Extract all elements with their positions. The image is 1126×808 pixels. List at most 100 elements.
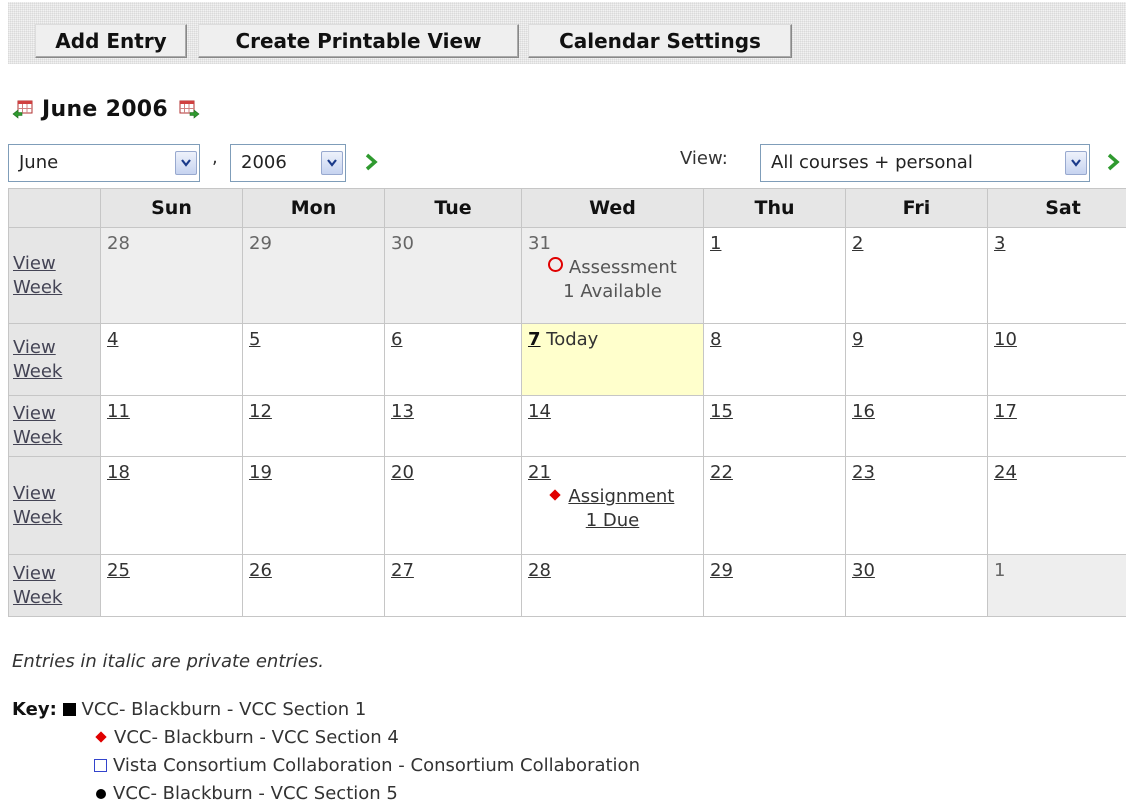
- day-link[interactable]: 19: [249, 462, 272, 483]
- key-entry: VCC- Blackburn - VCC Section 4: [114, 727, 399, 748]
- column-header: Thu: [704, 189, 846, 228]
- day-link[interactable]: 30: [852, 560, 875, 581]
- day-link[interactable]: 10: [994, 329, 1017, 350]
- previous-month-icon[interactable]: [12, 99, 34, 119]
- assessment-status: 1 Available: [563, 281, 662, 302]
- day-number: 28: [107, 233, 130, 254]
- view-label: View:: [680, 148, 728, 169]
- day-link[interactable]: 2: [852, 233, 863, 254]
- view-week-link[interactable]: ViewWeek: [13, 403, 62, 448]
- view-week-link[interactable]: ViewWeek: [13, 483, 62, 528]
- day-link[interactable]: 27: [391, 560, 414, 581]
- view-select[interactable]: All courses + personal: [760, 144, 1090, 182]
- day-link[interactable]: 16: [852, 401, 875, 422]
- view-week-link[interactable]: ViewWeek: [13, 337, 62, 382]
- day-cell: 29: [704, 555, 846, 617]
- day-cell: 3: [988, 228, 1126, 324]
- day-link[interactable]: 14: [528, 401, 551, 422]
- header-corner: [9, 189, 101, 228]
- day-cell: 20: [385, 457, 522, 555]
- day-cell: 11: [101, 396, 243, 457]
- day-link[interactable]: 29: [710, 560, 733, 581]
- day-cell: 15: [704, 396, 846, 457]
- day-cell: 2: [846, 228, 988, 324]
- view-week-cell: ViewWeek: [9, 228, 101, 324]
- month-select[interactable]: June: [8, 144, 200, 182]
- day-cell: 30: [385, 228, 522, 324]
- key-row: VCC- Blackburn - VCC Section 5: [12, 780, 640, 808]
- day-cell: 18: [101, 457, 243, 555]
- day-cell: 29: [243, 228, 385, 324]
- assessment-circle-icon: [548, 257, 563, 272]
- assessment-event: Assessment 1 Available: [528, 256, 697, 304]
- year-select[interactable]: 2006: [230, 144, 346, 182]
- day-link[interactable]: 23: [852, 462, 875, 483]
- calendar-key: Key: VCC- Blackburn - VCC Section 1 VCC-…: [12, 696, 640, 808]
- day-link[interactable]: 6: [391, 329, 402, 350]
- key-entry: VCC- Blackburn - VCC Section 1: [82, 699, 367, 720]
- day-link[interactable]: 5: [249, 329, 260, 350]
- column-header: Fri: [846, 189, 988, 228]
- day-cell: 30: [846, 555, 988, 617]
- today-cell: 7 Today: [522, 324, 704, 396]
- chevron-down-icon[interactable]: [1065, 151, 1087, 175]
- day-link[interactable]: 15: [710, 401, 733, 422]
- day-link[interactable]: 13: [391, 401, 414, 422]
- day-link[interactable]: 12: [249, 401, 272, 422]
- day-cell: 5: [243, 324, 385, 396]
- calendar-settings-button[interactable]: Calendar Settings: [528, 24, 792, 58]
- view-select-value: All courses + personal: [761, 152, 973, 173]
- day-cell: 28: [101, 228, 243, 324]
- add-entry-button[interactable]: Add Entry: [35, 24, 187, 58]
- column-header: Wed: [522, 189, 704, 228]
- day-cell: 22: [704, 457, 846, 555]
- day-number: 30: [391, 233, 414, 254]
- calendar-table: Sun Mon Tue Wed Thu Fri Sat ViewWeek 28 …: [8, 188, 1126, 617]
- month-select-value: June: [9, 152, 58, 173]
- day-link[interactable]: 1: [710, 233, 721, 254]
- go-view-icon[interactable]: [1106, 152, 1122, 172]
- chevron-down-icon[interactable]: [175, 151, 197, 175]
- key-entry: VCC- Blackburn - VCC Section 5: [113, 783, 398, 804]
- view-week-link[interactable]: ViewWeek: [13, 253, 62, 298]
- key-entry: Vista Consortium Collaboration - Consort…: [113, 755, 640, 776]
- day-link[interactable]: 21: [528, 462, 551, 483]
- day-link[interactable]: 17: [994, 401, 1017, 422]
- chevron-down-icon[interactable]: [321, 151, 343, 175]
- today-day-link[interactable]: 7: [528, 329, 541, 350]
- year-select-value: 2006: [231, 152, 287, 173]
- black-dot-icon: [96, 789, 106, 799]
- go-date-icon[interactable]: [364, 152, 380, 172]
- column-header: Mon: [243, 189, 385, 228]
- day-link[interactable]: 18: [107, 462, 130, 483]
- assignment-event: Assignment1 Due: [528, 485, 697, 533]
- day-link[interactable]: 9: [852, 329, 863, 350]
- day-link[interactable]: 25: [107, 560, 130, 581]
- day-cell: 27: [385, 555, 522, 617]
- next-month-icon[interactable]: [178, 99, 200, 119]
- date-separator: ,: [212, 147, 218, 168]
- day-cell: 28: [522, 555, 704, 617]
- day-link[interactable]: 11: [107, 401, 130, 422]
- day-link[interactable]: 3: [994, 233, 1005, 254]
- day-cell: 9: [846, 324, 988, 396]
- day-link[interactable]: 4: [107, 329, 118, 350]
- page-title: June 2006: [42, 97, 168, 122]
- day-cell: 16: [846, 396, 988, 457]
- day-number: 31: [528, 233, 551, 254]
- key-row: Key: VCC- Blackburn - VCC Section 1: [12, 696, 640, 724]
- day-link[interactable]: 28: [528, 560, 551, 581]
- day-link[interactable]: 26: [249, 560, 272, 581]
- day-link[interactable]: 8: [710, 329, 721, 350]
- week-row: ViewWeek 25 26 27 28 29 30 1: [9, 555, 1126, 617]
- assignment-link[interactable]: Assignment1 Due: [568, 486, 674, 531]
- day-link[interactable]: 20: [391, 462, 414, 483]
- day-link[interactable]: 24: [994, 462, 1017, 483]
- day-link[interactable]: 22: [710, 462, 733, 483]
- day-cell: 13: [385, 396, 522, 457]
- day-cell: 31 Assessment 1 Available: [522, 228, 704, 324]
- create-printable-view-button[interactable]: Create Printable View: [198, 24, 519, 58]
- day-cell: 21 Assignment1 Due: [522, 457, 704, 555]
- view-week-link[interactable]: ViewWeek: [13, 563, 62, 608]
- week-row: ViewWeek 11 12 13 14 15 16 17: [9, 396, 1126, 457]
